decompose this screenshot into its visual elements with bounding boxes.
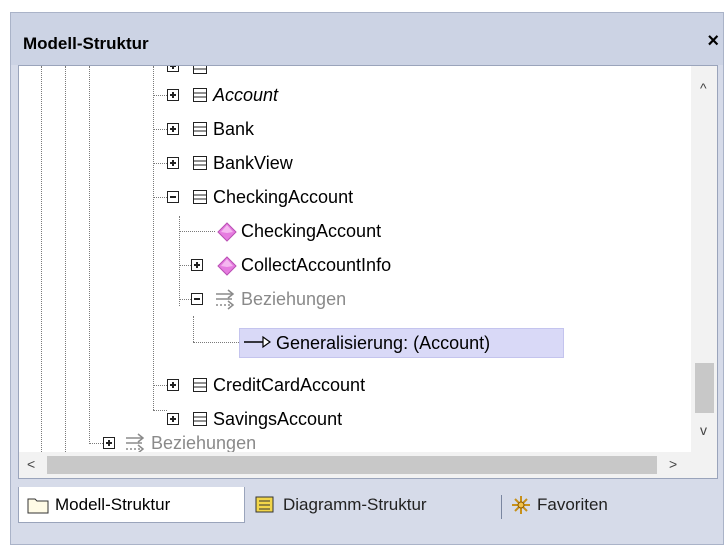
tree-node-bankview[interactable]: BankView (213, 152, 293, 174)
tree-node-savingsaccount[interactable]: SavingsAccount (213, 408, 342, 430)
expand-toggle[interactable] (167, 413, 179, 425)
tree-node-collectaccountinfo[interactable]: CollectAccountInfo (241, 254, 391, 276)
collapse-toggle[interactable] (167, 191, 179, 203)
tree-guide-line (153, 163, 167, 164)
tree-guide-line (193, 316, 194, 342)
panel-titlebar: Modell-Struktur × (11, 13, 723, 65)
tree-guide-line (153, 129, 167, 130)
tree-guide-line (153, 385, 167, 386)
tree-guide-line (153, 95, 167, 96)
tree-guide-line (153, 197, 167, 198)
tree-guide-line (179, 299, 191, 300)
tree-node-creditcardaccount[interactable]: CreditCardAccount (213, 374, 365, 396)
expand-toggle[interactable] (167, 123, 179, 135)
tree-node-beziehungen-root[interactable]: Beziehungen (151, 432, 256, 452)
close-icon[interactable]: × (707, 31, 719, 51)
tree-guide-line (89, 66, 90, 442)
tab-label: Modell-Struktur (55, 495, 171, 514)
tree-guide-line (153, 66, 154, 410)
tree-guide-line (153, 410, 167, 411)
tab-modell-struktur[interactable]: Modell-Struktur (18, 487, 245, 523)
tree-node-account[interactable]: Account (213, 84, 278, 106)
tree-guide-line (65, 66, 66, 452)
diagram-tree-icon (255, 496, 274, 513)
scroll-up-icon[interactable]: ^ (700, 80, 707, 96)
tree-guide-line (179, 265, 191, 266)
class-icon (193, 66, 207, 74)
tree-node-checkingaccount[interactable]: CheckingAccount (213, 186, 353, 208)
scroll-left-icon[interactable]: < (27, 456, 35, 472)
panel-title: Modell-Struktur (23, 34, 149, 53)
tab-label: Diagramm-Struktur (283, 495, 427, 514)
tree-content: Account Bank BankView CheckingAccount Ch… (19, 66, 691, 452)
collapse-toggle[interactable] (191, 293, 203, 305)
tree-guide-line (89, 443, 103, 444)
scrollbar-corner (691, 452, 717, 478)
expand-toggle[interactable] (167, 157, 179, 169)
vertical-scroll-thumb[interactable] (695, 363, 714, 413)
tree-node-generalisierung[interactable]: Generalisierung: (Account) (276, 332, 490, 354)
class-icon (193, 190, 207, 204)
expand-toggle[interactable] (103, 437, 115, 449)
relations-icon (126, 433, 145, 452)
horizontal-scrollbar[interactable]: < > (19, 452, 691, 478)
tree-node-beziehungen[interactable]: Beziehungen (241, 288, 346, 310)
panel-tab-bar: Modell-Struktur Diagramm-Struktur Favori… (11, 479, 723, 545)
tab-divider (501, 495, 502, 519)
tree-node-bank[interactable]: Bank (213, 118, 254, 140)
favorites-icon (512, 496, 530, 514)
relations-icon (216, 289, 235, 310)
tab-label: Favoriten (537, 495, 608, 514)
vertical-scrollbar[interactable]: ^ v (691, 66, 717, 452)
horizontal-scroll-thumb[interactable] (47, 456, 657, 474)
tree-guide-line (41, 66, 42, 452)
expand-toggle[interactable] (167, 89, 179, 101)
tree-view[interactable]: Account Bank BankView CheckingAccount Ch… (18, 65, 718, 479)
expand-toggle[interactable] (191, 259, 203, 271)
class-icon (193, 88, 207, 102)
generalization-arrow-icon (244, 335, 271, 349)
scroll-right-icon[interactable]: > (669, 456, 677, 472)
class-icon (193, 378, 207, 392)
tree-guide-line (193, 342, 239, 343)
expand-toggle[interactable] (167, 379, 179, 391)
tree-node-checkingaccount-operation[interactable]: CheckingAccount (241, 220, 381, 242)
class-icon (193, 122, 207, 136)
operation-icon (217, 222, 237, 242)
class-icon (193, 412, 207, 426)
model-structure-panel: Modell-Struktur × Account Bank BankView … (10, 12, 724, 545)
tree-guide-line (179, 216, 180, 306)
tree-guide-line (179, 231, 215, 232)
expand-toggle[interactable] (167, 66, 179, 72)
operation-icon (217, 256, 237, 276)
class-icon (193, 156, 207, 170)
folder-icon (27, 498, 49, 514)
scroll-down-icon[interactable]: v (700, 422, 707, 438)
